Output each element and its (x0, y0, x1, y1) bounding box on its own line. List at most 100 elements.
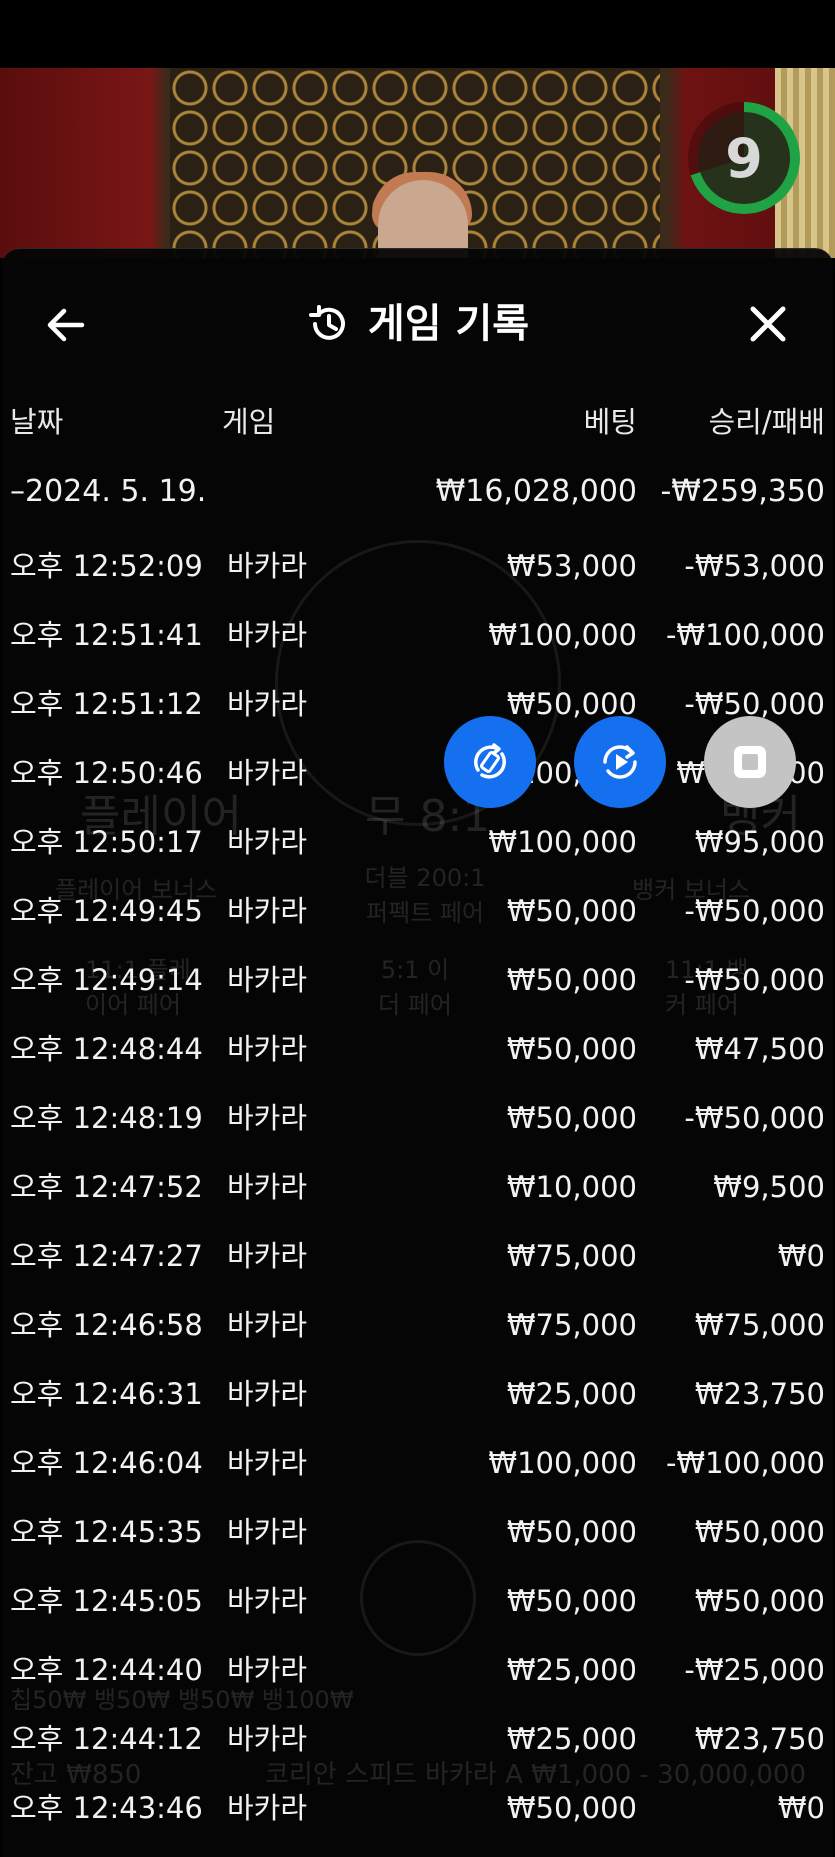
row-time: 오후 12:52:09 (10, 549, 203, 583)
row-time: 오후 12:48:44 (10, 1032, 203, 1066)
stop-icon (734, 746, 766, 778)
row-bet: ₩50,000 (506, 1791, 637, 1825)
row-bet: ₩50,000 (506, 1032, 637, 1066)
row-game: 바카라 (227, 618, 308, 652)
row-result: -₩100,000 (665, 1446, 825, 1480)
row-time: 오후 12:50:46 (10, 756, 203, 790)
history-row[interactable]: 오후 12:51:41 바카라 ₩100,000 -₩100,000 (0, 605, 835, 665)
status-bar (0, 0, 835, 68)
row-bet: ₩10,000 (506, 1170, 637, 1204)
history-row[interactable]: 오후 12:50:17 바카라 ₩100,000 ₩95,000 (0, 812, 835, 872)
row-result: ₩47,500 (694, 1032, 825, 1066)
row-time: 오후 12:50:17 (10, 825, 203, 859)
row-result: -₩50,000 (684, 894, 825, 928)
row-bet: ₩50,000 (506, 894, 637, 928)
row-result: ₩95,000 (694, 825, 825, 859)
row-time: 오후 12:45:35 (10, 1515, 203, 1549)
date-group-date: –2024. 5. 19. (10, 474, 207, 509)
history-row[interactable]: 오후 12:52:09 바카라 ₩53,000 -₩53,000 (0, 536, 835, 596)
column-header-game: 게임 (222, 405, 276, 439)
row-game: 바카라 (227, 963, 308, 997)
row-result: ₩23,750 (694, 1722, 825, 1756)
row-result: -₩25,000 (684, 1653, 825, 1687)
row-game: 바카라 (227, 1446, 308, 1480)
row-bet: ₩25,000 (506, 1722, 637, 1756)
history-row[interactable]: 오후 12:49:14 바카라 ₩50,000 -₩50,000 (0, 950, 835, 1010)
row-result: ₩50,000 (694, 1515, 825, 1549)
close-icon[interactable] (746, 302, 790, 346)
row-game: 바카라 (227, 1584, 308, 1618)
row-bet: ₩53,000 (506, 549, 637, 583)
history-icon (308, 305, 345, 340)
row-bet: ₩50,000 (506, 1584, 637, 1618)
row-game: 바카라 (227, 894, 308, 928)
history-row[interactable]: 오후 12:44:12 바카라 ₩25,000 ₩23,750 (0, 1709, 835, 1769)
row-bet: ₩75,000 (506, 1308, 637, 1342)
row-bet: ₩75,000 (506, 1239, 637, 1273)
date-group-total-result: -₩259,350 (660, 474, 825, 509)
history-row[interactable]: 오후 12:47:52 바카라 ₩10,000 ₩9,500 (0, 1157, 835, 1217)
title-text: 게임 기록 (367, 301, 530, 347)
row-game: 바카라 (227, 825, 308, 859)
row-game: 바카라 (227, 1377, 308, 1411)
countdown-timer: 9 (688, 102, 800, 214)
row-game: 바카라 (227, 1032, 308, 1066)
history-row[interactable]: 오후 12:45:35 바카라 ₩50,000 ₩50,000 (0, 1502, 835, 1562)
page-title: 게임 기록 (0, 294, 835, 354)
row-time: 오후 12:51:41 (10, 618, 203, 652)
row-bet: ₩100,000 (488, 1446, 637, 1480)
row-time: 오후 12:43:46 (10, 1791, 203, 1825)
history-row[interactable]: 오후 12:44:40 바카라 ₩25,000 -₩25,000 (0, 1640, 835, 1700)
row-time: 오후 12:51:12 (10, 687, 203, 721)
row-time: 오후 12:47:27 (10, 1239, 203, 1273)
row-result: -₩53,000 (684, 549, 825, 583)
row-game: 바카라 (227, 756, 308, 790)
rotate-button[interactable] (444, 716, 536, 808)
row-bet: ₩50,000 (506, 963, 637, 997)
history-row[interactable]: 오후 12:51:12 바카라 ₩50,000 -₩50,000 (0, 674, 835, 734)
row-game: 바카라 (227, 1308, 308, 1342)
history-row[interactable]: 오후 12:46:58 바카라 ₩75,000 ₩75,000 (0, 1295, 835, 1355)
row-result: ₩50,000 (694, 1584, 825, 1618)
row-result: ₩75,000 (694, 1308, 825, 1342)
row-game: 바카라 (227, 1101, 308, 1135)
row-time: 오후 12:47:52 (10, 1170, 203, 1204)
row-time: 오후 12:46:04 (10, 1446, 203, 1480)
history-row[interactable]: 오후 12:48:19 바카라 ₩50,000 -₩50,000 (0, 1088, 835, 1148)
stop-button[interactable] (704, 716, 796, 808)
row-bet: ₩25,000 (506, 1653, 637, 1687)
row-time: 오후 12:44:12 (10, 1722, 203, 1756)
column-header-date: 날짜 (10, 405, 64, 439)
row-bet: ₩25,000 (506, 1377, 637, 1411)
column-header-result: 승리/패배 (708, 405, 826, 439)
rotate-icon (474, 743, 506, 779)
column-header-bet: 베팅 (583, 405, 637, 439)
row-game: 바카라 (227, 1515, 308, 1549)
row-result: -₩50,000 (684, 1101, 825, 1135)
history-row[interactable]: 오후 12:43:46 바카라 ₩50,000 ₩0 (0, 1778, 835, 1838)
row-result: ₩9,500 (713, 1170, 825, 1204)
row-result: -₩100,000 (665, 618, 825, 652)
row-time: 오후 12:49:45 (10, 894, 203, 928)
row-time: 오후 12:46:58 (10, 1308, 203, 1342)
replay-button[interactable] (574, 716, 666, 808)
row-game: 바카라 (227, 1722, 308, 1756)
row-result: ₩0 (777, 1239, 825, 1273)
row-result: -₩50,000 (684, 963, 825, 997)
row-time: 오후 12:44:40 (10, 1653, 203, 1687)
row-game: 바카라 (227, 1239, 308, 1273)
row-time: 오후 12:45:05 (10, 1584, 203, 1618)
replay-icon (603, 745, 637, 779)
row-game: 바카라 (227, 1653, 308, 1687)
history-row[interactable]: 오후 12:47:27 바카라 ₩75,000 ₩0 (0, 1226, 835, 1286)
history-row[interactable]: 오후 12:46:31 바카라 ₩25,000 ₩23,750 (0, 1364, 835, 1424)
timer-value: 9 (698, 112, 790, 204)
history-row[interactable]: 오후 12:46:04 바카라 ₩100,000 -₩100,000 (0, 1433, 835, 1493)
history-row[interactable]: 오후 12:48:44 바카라 ₩50,000 ₩47,500 (0, 1019, 835, 1079)
row-game: 바카라 (227, 549, 308, 583)
history-row[interactable]: 오후 12:45:05 바카라 ₩50,000 ₩50,000 (0, 1571, 835, 1631)
history-row[interactable]: 오후 12:49:45 바카라 ₩50,000 -₩50,000 (0, 881, 835, 941)
row-game: 바카라 (227, 687, 308, 721)
row-bet: ₩100,000 (488, 618, 637, 652)
date-group-row[interactable]: –2024. 5. 19. ₩16,028,000 -₩259,350 (0, 462, 835, 522)
